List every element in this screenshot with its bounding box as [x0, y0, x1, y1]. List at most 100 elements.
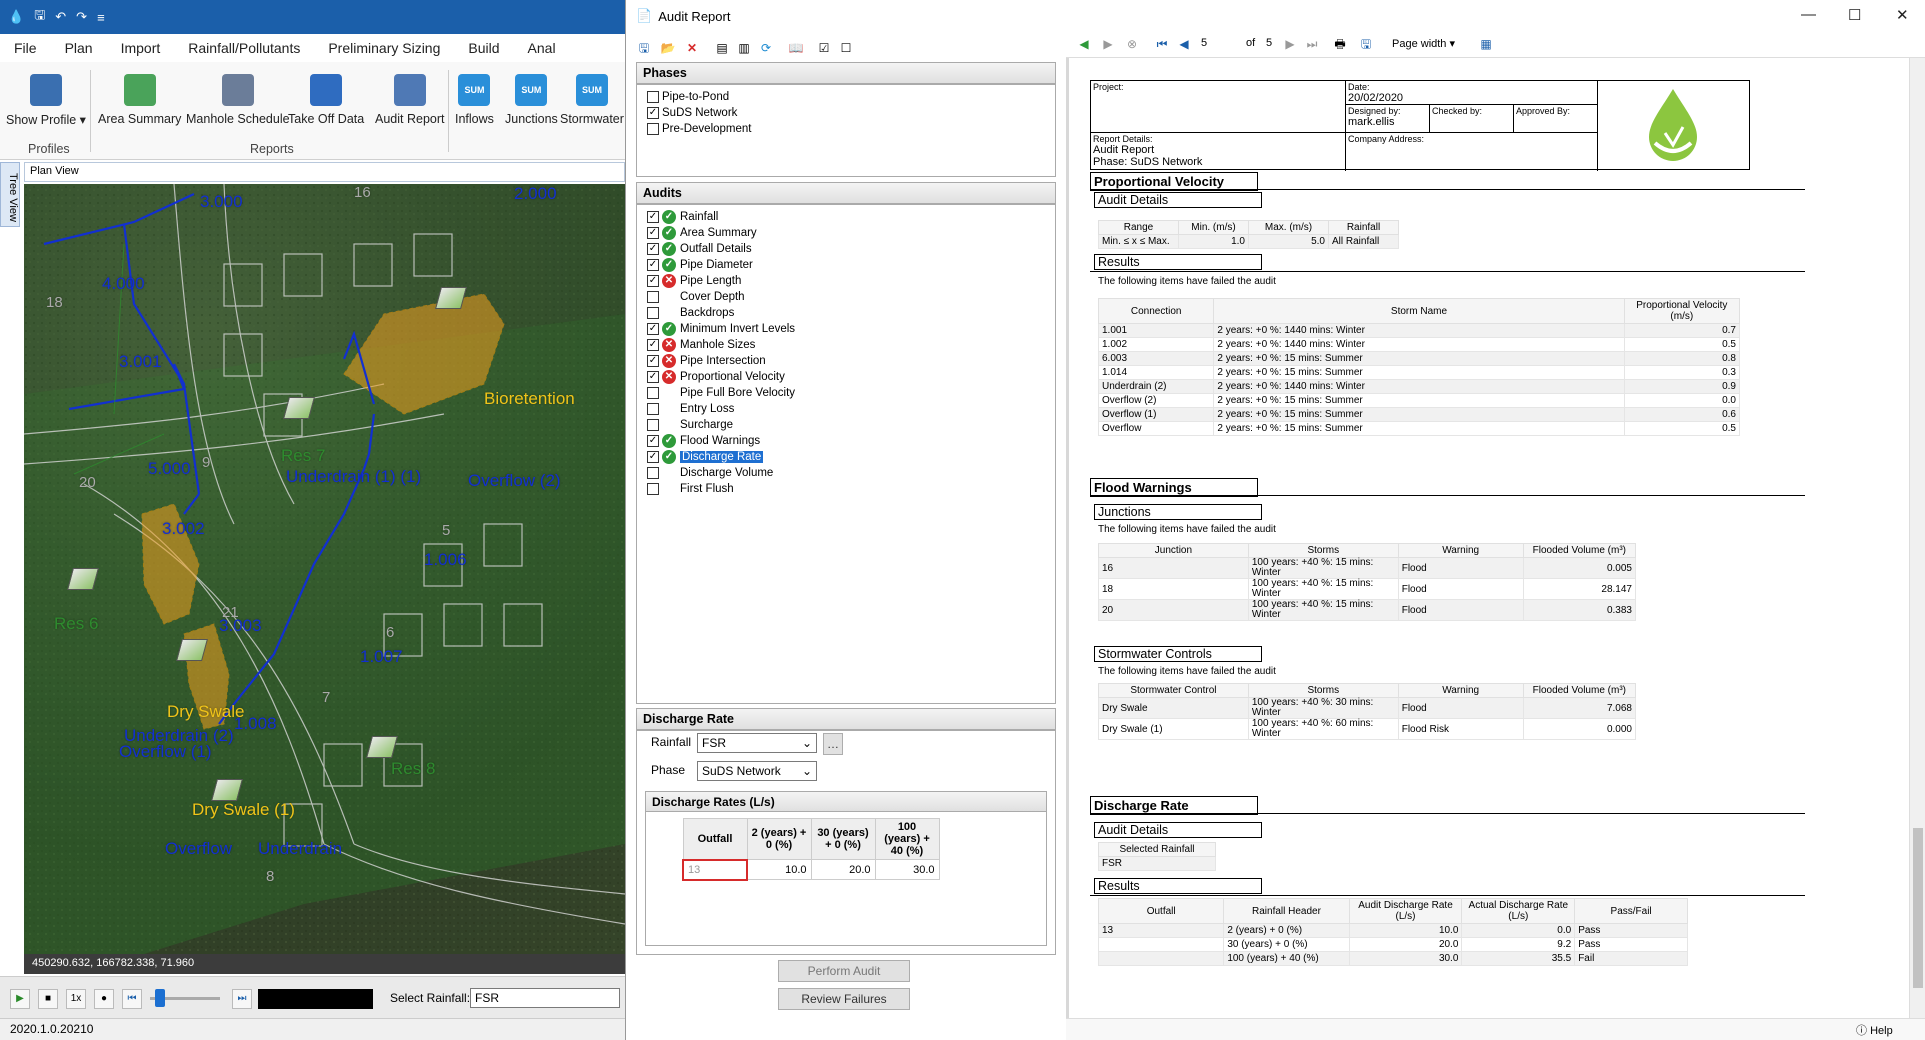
audit-item[interactable]: ✓ ✓ Rainfall [647, 209, 1045, 225]
map-label[interactable]: 3.001 [119, 352, 162, 372]
menu-import[interactable]: Import [107, 40, 175, 56]
map-label[interactable]: 8 [266, 868, 274, 885]
audit-item[interactable]: Surcharge [647, 417, 1045, 433]
checkbox-checked-icon[interactable]: ✓ [647, 211, 659, 223]
first-page-icon[interactable]: ⏮ [1154, 36, 1170, 52]
ribbon-button-5[interactable]: SUM Inflows [455, 74, 494, 126]
save-icon[interactable]: 🖫 [636, 40, 652, 56]
tree-view-tab[interactable]: Tree View [0, 162, 20, 227]
menu-build[interactable]: Build [454, 40, 513, 56]
audit-item[interactable]: ✓ ✓ Minimum Invert Levels [647, 321, 1045, 337]
map-label[interactable]: Res 8 [391, 759, 435, 779]
perform-audit-button[interactable]: Perform Audit [778, 960, 910, 982]
scrollbar-thumb[interactable] [1913, 828, 1923, 988]
map-label[interactable]: 6 [386, 624, 394, 641]
map-label[interactable]: Res 6 [54, 614, 98, 634]
checkbox-checked-icon[interactable]: ✓ [647, 371, 659, 383]
report-vertical-scrollbar[interactable] [1909, 58, 1925, 1018]
ribbon-button-4[interactable]: Audit Report [375, 74, 444, 126]
minimize-icon[interactable]: — [1801, 6, 1816, 23]
checkbox-checked-icon[interactable]: ✓ [647, 275, 659, 287]
map-label[interactable]: 5.000 [148, 459, 191, 479]
previous-page-icon[interactable]: ◀ [1176, 36, 1192, 52]
ribbon-button-7[interactable]: SUM Stormwater [560, 74, 624, 126]
checkbox-icon[interactable] [647, 307, 659, 319]
checkbox-checked-icon[interactable]: ✓ [647, 107, 659, 119]
map-label[interactable]: Res 7 [281, 446, 325, 466]
menu-rainfall-pollutants[interactable]: Rainfall/Pollutants [174, 40, 314, 56]
map-label[interactable]: 4.000 [102, 274, 145, 294]
undo-icon[interactable]: ↶ [55, 9, 66, 25]
ribbon-button-2[interactable]: Manhole Schedule [186, 74, 290, 126]
uncheck-all-icon[interactable]: ☐ [838, 40, 854, 56]
map-label[interactable]: Underdrain (1) (1) [286, 467, 421, 487]
map-label[interactable]: 2.000 [514, 184, 557, 204]
map-label[interactable]: Dry Swale [167, 702, 244, 722]
review-failures-button[interactable]: Review Failures [778, 988, 910, 1010]
menu-anal[interactable]: Anal [514, 40, 570, 56]
map-label[interactable]: 9 [202, 454, 210, 471]
record-icon[interactable]: ● [94, 989, 114, 1009]
check-all-icon[interactable]: ☑ [816, 40, 832, 56]
book-icon[interactable]: 📖 [788, 40, 804, 56]
help-link[interactable]: ⓘ Help [1856, 1022, 1893, 1038]
select-rainfall-dropdown[interactable]: FSR [470, 988, 620, 1008]
map-label[interactable]: 20 [79, 474, 96, 491]
audit-item[interactable]: Entry Loss [647, 401, 1045, 417]
menu-preliminary-sizing[interactable]: Preliminary Sizing [314, 40, 454, 56]
page-number-input[interactable]: 5 [1201, 37, 1207, 49]
back-icon[interactable]: ◀ [1076, 36, 1092, 52]
ribbon-button-3[interactable]: Take Off Data [288, 74, 364, 126]
ribbon-button-6[interactable]: SUM Junctions [505, 74, 558, 126]
skip-end-icon[interactable]: ⏭ [232, 989, 252, 1009]
grid-cell[interactable]: 30.0 [874, 859, 940, 880]
checkbox-icon[interactable] [647, 467, 659, 479]
map-label[interactable]: Dry Swale (1) [192, 800, 295, 820]
redo-icon[interactable]: ↷ [76, 9, 87, 25]
playback-slider-thumb[interactable] [155, 989, 165, 1007]
rainfall-dropdown[interactable]: FSR ⌄ [697, 733, 817, 753]
map-label[interactable]: 16 [354, 184, 371, 201]
maximize-icon[interactable]: ☐ [1848, 6, 1861, 24]
save-icon[interactable]: 🖫 [34, 6, 45, 28]
checkbox-checked-icon[interactable]: ✓ [647, 227, 659, 239]
phase-dropdown[interactable]: SuDS Network ⌄ [697, 761, 817, 781]
audit-item[interactable]: Cover Depth [647, 289, 1045, 305]
customize-toolbar-icon[interactable]: ≡ [97, 10, 105, 25]
phase-item[interactable]: ✓ SuDS Network [647, 105, 1045, 121]
map-label[interactable]: 7 [322, 689, 330, 706]
audit-item[interactable]: Discharge Volume [647, 465, 1045, 481]
checkbox-icon[interactable] [647, 403, 659, 415]
report-page-viewport[interactable]: Project: Date: 20/02/2020 Designed by: mar… [1066, 58, 1925, 1018]
stop-icon[interactable]: ⊗ [1124, 36, 1140, 52]
ribbon-button-0[interactable]: Show Profile ▾ [6, 74, 86, 127]
document-icon[interactable]: ▤ [714, 40, 730, 56]
checkbox-icon[interactable] [647, 483, 659, 495]
audit-item[interactable]: ✓ ✓ Outfall Details [647, 241, 1045, 257]
checkbox-checked-icon[interactable]: ✓ [647, 243, 659, 255]
refresh-icon[interactable]: ⟳ [758, 40, 774, 56]
grid-cell[interactable]: 20.0 [810, 859, 876, 880]
speed-button[interactable]: 1x [66, 989, 86, 1009]
audit-item[interactable]: ✓ ✕ Manhole Sizes [647, 337, 1045, 353]
audit-item[interactable]: ✓ ✓ Pipe Diameter [647, 257, 1045, 273]
map-label[interactable]: Underdrain [258, 839, 342, 859]
ribbon-button-1[interactable]: Area Summary [98, 74, 181, 126]
map-label[interactable]: 1.006 [424, 550, 467, 570]
print-icon[interactable]: 🖶 [1332, 36, 1348, 52]
checkbox-icon[interactable] [647, 91, 659, 103]
map-label[interactable]: Bioretention [484, 389, 575, 409]
grid-cell[interactable]: 10.0 [746, 859, 812, 880]
checkbox-icon[interactable] [647, 291, 659, 303]
map-label[interactable]: Overflow (1) [119, 742, 212, 762]
delete-icon[interactable]: ✕ [684, 40, 700, 56]
audit-item[interactable]: ✓ ✕ Proportional Velocity [647, 369, 1045, 385]
phase-item[interactable]: Pre-Development [647, 121, 1045, 137]
play-icon[interactable]: ▶ [10, 989, 30, 1009]
audit-item[interactable]: ✓ ✕ Pipe Intersection [647, 353, 1045, 369]
phase-item[interactable]: Pipe-to-Pond [647, 89, 1045, 105]
map-label[interactable]: 3.000 [200, 192, 243, 212]
menu-plan[interactable]: Plan [51, 40, 107, 56]
checkbox-checked-icon[interactable]: ✓ [647, 355, 659, 367]
export-icon[interactable]: 🖫 [1358, 36, 1374, 52]
